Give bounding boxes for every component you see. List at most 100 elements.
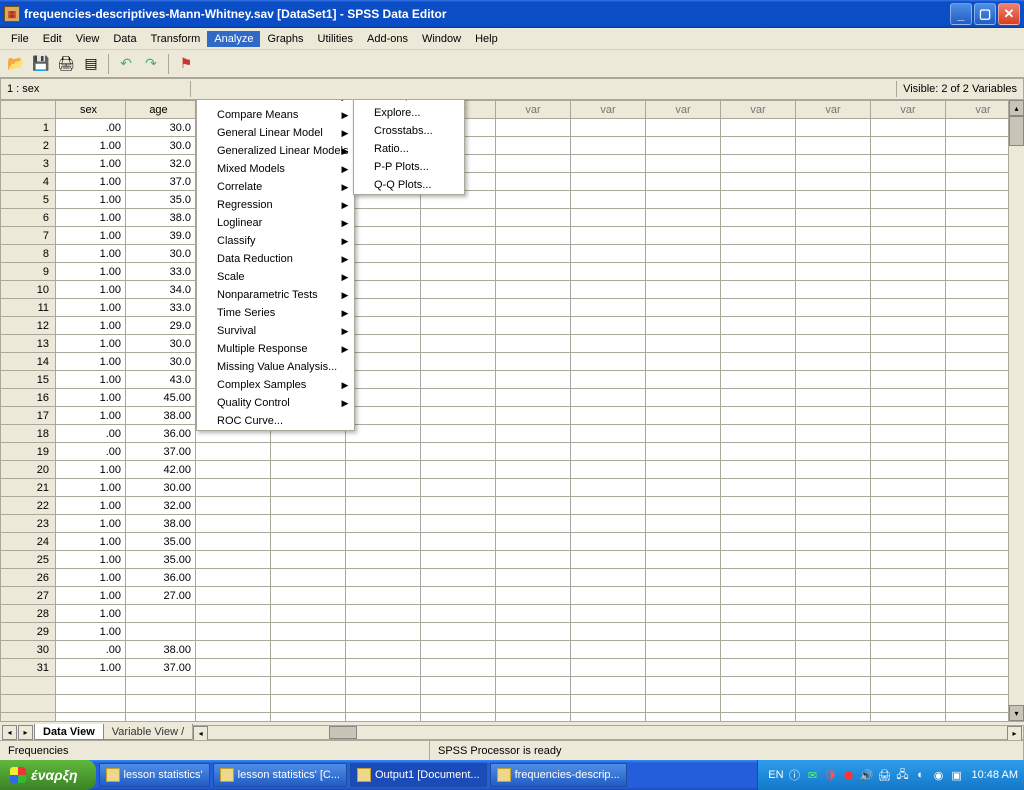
row-number[interactable]: 7: [1, 227, 56, 245]
cell-empty[interactable]: [346, 209, 421, 227]
cell-empty[interactable]: [871, 263, 946, 281]
cell-empty[interactable]: [871, 119, 946, 137]
cell-empty[interactable]: [196, 569, 271, 587]
cell-empty[interactable]: [796, 605, 871, 623]
cell-empty[interactable]: [721, 677, 796, 695]
cell-empty[interactable]: [721, 533, 796, 551]
scroll-down-icon[interactable]: ▾: [1009, 705, 1024, 721]
scroll-thumb[interactable]: [1009, 116, 1024, 146]
cell-empty[interactable]: [871, 155, 946, 173]
cell-empty[interactable]: [421, 551, 496, 569]
tray-app1-icon[interactable]: ◐: [914, 768, 928, 782]
cell-empty[interactable]: [721, 713, 796, 722]
cell-empty[interactable]: [646, 317, 721, 335]
cell-empty[interactable]: [496, 407, 571, 425]
cell-empty[interactable]: [271, 623, 346, 641]
cell[interactable]: 1.00: [56, 551, 126, 569]
cell-empty[interactable]: [796, 479, 871, 497]
cell-empty[interactable]: [796, 353, 871, 371]
cell-empty[interactable]: [496, 641, 571, 659]
redo-icon[interactable]: ↷: [140, 53, 162, 75]
cell-empty[interactable]: [496, 281, 571, 299]
cell-empty[interactable]: [571, 461, 646, 479]
cell-empty[interactable]: [721, 695, 796, 713]
cell-empty[interactable]: [421, 407, 496, 425]
row-number[interactable]: 4: [1, 173, 56, 191]
cell-empty[interactable]: [871, 605, 946, 623]
cell-empty[interactable]: [571, 515, 646, 533]
cell-empty[interactable]: [796, 695, 871, 713]
cell-empty[interactable]: [646, 515, 721, 533]
cell-empty[interactable]: [646, 641, 721, 659]
cell-empty[interactable]: [496, 569, 571, 587]
cell[interactable]: 42.00: [126, 461, 196, 479]
cell-empty[interactable]: [346, 443, 421, 461]
cell-empty[interactable]: [721, 191, 796, 209]
cell-empty[interactable]: [646, 533, 721, 551]
cell-empty[interactable]: [496, 677, 571, 695]
menu-file[interactable]: File: [4, 31, 36, 47]
cell-empty[interactable]: [721, 641, 796, 659]
cell[interactable]: 1.00: [56, 155, 126, 173]
row-number[interactable]: [1, 695, 56, 713]
cell-empty[interactable]: [571, 155, 646, 173]
cell-empty[interactable]: [126, 713, 196, 722]
cell-empty[interactable]: [346, 407, 421, 425]
row-number[interactable]: 6: [1, 209, 56, 227]
cell-empty[interactable]: [196, 497, 271, 515]
cell-empty[interactable]: [421, 299, 496, 317]
cell-empty[interactable]: [571, 263, 646, 281]
cell-empty[interactable]: [271, 677, 346, 695]
cell-empty[interactable]: [721, 353, 796, 371]
cell-empty[interactable]: [721, 659, 796, 677]
cell[interactable]: 1.00: [56, 353, 126, 371]
row-number[interactable]: 18: [1, 425, 56, 443]
cell-empty[interactable]: [646, 209, 721, 227]
menu-edit[interactable]: Edit: [36, 31, 69, 47]
tray-app2-icon[interactable]: ◉: [932, 768, 946, 782]
cell-empty[interactable]: [721, 605, 796, 623]
row-number[interactable]: 22: [1, 497, 56, 515]
cell-empty[interactable]: [646, 173, 721, 191]
menu-transform[interactable]: Transform: [144, 31, 208, 47]
menu-view[interactable]: View: [69, 31, 107, 47]
row-number[interactable]: 9: [1, 263, 56, 281]
row-number[interactable]: 29: [1, 623, 56, 641]
cell-empty[interactable]: [421, 479, 496, 497]
cell-empty[interactable]: [646, 371, 721, 389]
cell-empty[interactable]: [796, 299, 871, 317]
cell-empty[interactable]: [496, 623, 571, 641]
cell-empty[interactable]: [346, 425, 421, 443]
cell-empty[interactable]: [646, 659, 721, 677]
cell-empty[interactable]: [796, 155, 871, 173]
tray-volume-icon[interactable]: 🔊: [860, 768, 874, 782]
tab-data-view[interactable]: Data View: [34, 724, 104, 740]
cell[interactable]: 1.00: [56, 245, 126, 263]
cell-empty[interactable]: [871, 461, 946, 479]
column-header-var[interactable]: var: [871, 101, 946, 119]
menu-data[interactable]: Data: [106, 31, 143, 47]
cell-empty[interactable]: [271, 443, 346, 461]
cell-empty[interactable]: [496, 263, 571, 281]
cell-empty[interactable]: [196, 695, 271, 713]
cell-empty[interactable]: [496, 587, 571, 605]
cell[interactable]: 1.00: [56, 371, 126, 389]
cell-empty[interactable]: [496, 209, 571, 227]
cell-empty[interactable]: [796, 317, 871, 335]
row-number[interactable]: 17: [1, 407, 56, 425]
cell-empty[interactable]: [571, 227, 646, 245]
cell-empty[interactable]: [496, 245, 571, 263]
cell-empty[interactable]: [646, 713, 721, 722]
cell-empty[interactable]: [346, 281, 421, 299]
cell-empty[interactable]: [571, 569, 646, 587]
cell-empty[interactable]: [721, 515, 796, 533]
desc-item-p-p-plots-[interactable]: P-P Plots...: [354, 158, 464, 176]
cell-empty[interactable]: [271, 479, 346, 497]
tab-variable-view[interactable]: Variable View /: [103, 724, 193, 740]
desc-item-ratio-[interactable]: Ratio...: [354, 140, 464, 158]
cell-empty[interactable]: [421, 335, 496, 353]
cell[interactable]: 1.00: [56, 299, 126, 317]
cell-empty[interactable]: [271, 587, 346, 605]
cell-empty[interactable]: [871, 317, 946, 335]
cell-empty[interactable]: [571, 623, 646, 641]
